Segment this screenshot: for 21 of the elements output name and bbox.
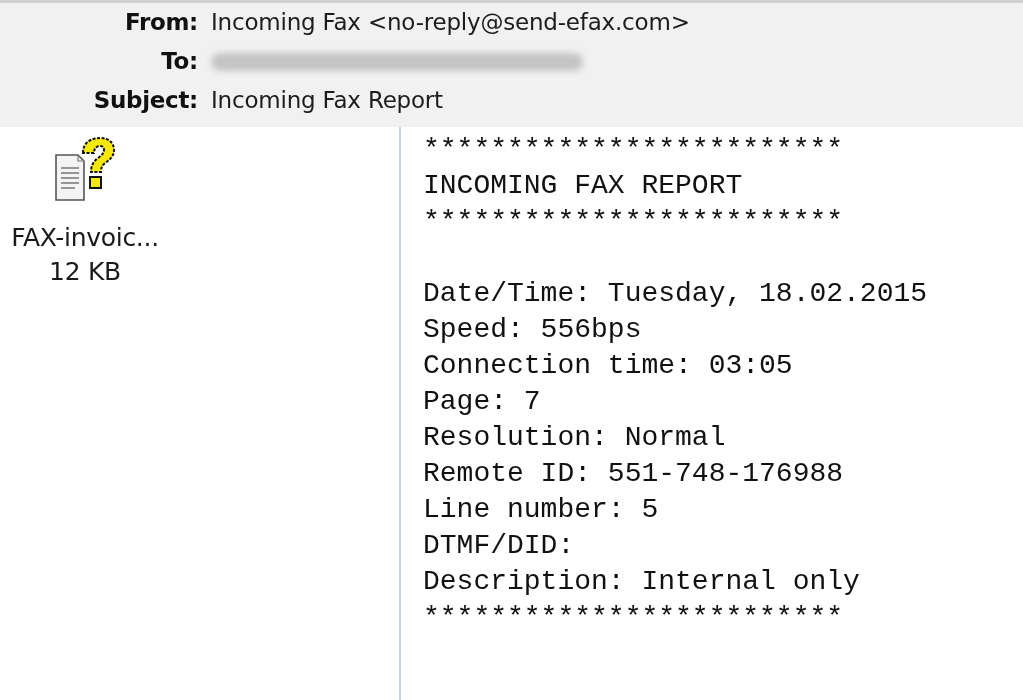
body-text-line: Resolution: Normal [423,421,726,455]
body-text-line: Description: Internal only [423,565,860,599]
file-size: 12 KB [49,256,121,288]
body-text-line: Speed: 556bps [423,313,642,347]
field-label: From: [124,8,198,38]
unknown-file-icon[interactable] [55,137,115,201]
body-text-line: Line number: 5 [423,493,659,527]
body-text-line: ************************* [423,205,844,239]
body-text-line: Connection time: 03:05 [423,349,793,383]
body-text-line: ************************* [423,601,844,635]
body-text-line: INCOMING FAX REPORT [423,169,743,203]
body-text-line: ************************* [423,133,844,167]
field-value: Incoming Fax Report [211,86,443,116]
body-text-line: DTMF/DID: [423,529,575,563]
body-text-line: Page: 7 [423,385,541,419]
body-text-line: Date/Time: Tuesday, 18.02.2015 [423,277,928,311]
field-value: Incoming Fax <no-reply@send-efax.com> [211,8,690,38]
field-label: Subject: [93,86,198,116]
file-name[interactable]: FAX-invoic... [11,221,159,255]
field-label: To: [161,47,198,77]
body-text-line: Remote ID: 551-748-176988 [423,457,844,491]
